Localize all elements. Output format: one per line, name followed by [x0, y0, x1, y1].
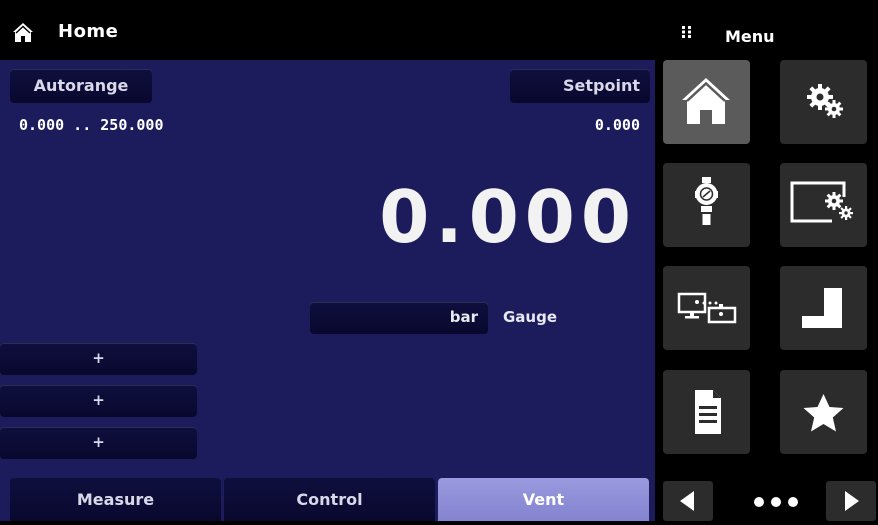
menu-title: Menu — [725, 27, 775, 46]
star-icon — [803, 394, 844, 432]
tab-control[interactable]: Control — [224, 478, 435, 521]
setpoint-value: 0.000 — [594, 116, 640, 134]
previous-page-button[interactable] — [663, 481, 713, 521]
add-function-button[interactable]: + — [0, 343, 197, 375]
main-panel: Autorange Setpoint 0.000 .. 250.000 0.00… — [0, 60, 655, 521]
header-bar: Home — [0, 0, 655, 60]
step-icon — [802, 288, 842, 328]
menu-tile-document[interactable] — [663, 370, 750, 454]
document-icon — [695, 390, 721, 434]
add-function-button[interactable]: + — [0, 427, 197, 459]
page-indicator-dots — [754, 497, 798, 507]
display-gears-icon — [790, 181, 853, 225]
pressure-mode-label: Gauge — [503, 308, 558, 326]
add-function-label: + — [92, 433, 105, 451]
add-function-label: + — [92, 349, 105, 367]
pressure-reading: 0.000 — [379, 175, 637, 259]
menu-tile-favorites[interactable] — [780, 370, 867, 454]
setpoint-label: Setpoint — [563, 76, 640, 95]
menu-tile-sensor[interactable] — [663, 163, 750, 247]
pressure-sensor-icon — [695, 177, 718, 225]
range-text: 0.000 .. 250.000 — [19, 116, 164, 134]
autorange-label: Autorange — [33, 76, 129, 95]
chevron-right-icon — [845, 491, 859, 511]
menu-tile-settings[interactable] — [780, 60, 867, 144]
setpoint-button[interactable]: Setpoint — [510, 69, 650, 103]
home-icon — [13, 23, 33, 42]
menu-tile-remote[interactable] — [663, 266, 750, 350]
menu-tile-display-settings[interactable] — [780, 163, 867, 247]
tab-measure-label: Measure — [76, 490, 155, 509]
menu-tile-home[interactable] — [663, 60, 750, 144]
menu-tile-step[interactable] — [780, 266, 867, 350]
tab-vent-label: Vent — [522, 490, 565, 509]
menu-panel: Menu — [655, 0, 878, 521]
next-page-button[interactable] — [826, 481, 876, 521]
tab-control-label: Control — [296, 490, 363, 509]
grid-dots-icon[interactable] — [682, 26, 692, 38]
gears-icon — [807, 84, 843, 118]
units-label: bar — [449, 308, 478, 326]
tab-vent[interactable]: Vent — [438, 478, 649, 521]
tab-measure[interactable]: Measure — [10, 478, 221, 521]
page-title: Home — [58, 21, 119, 42]
home-icon — [682, 78, 730, 124]
units-button[interactable]: bar — [310, 302, 488, 334]
add-function-button[interactable]: + — [0, 385, 197, 417]
autorange-button[interactable]: Autorange — [10, 69, 152, 103]
remote-connection-icon — [677, 292, 737, 324]
add-function-label: + — [92, 391, 105, 409]
chevron-left-icon — [680, 491, 694, 511]
